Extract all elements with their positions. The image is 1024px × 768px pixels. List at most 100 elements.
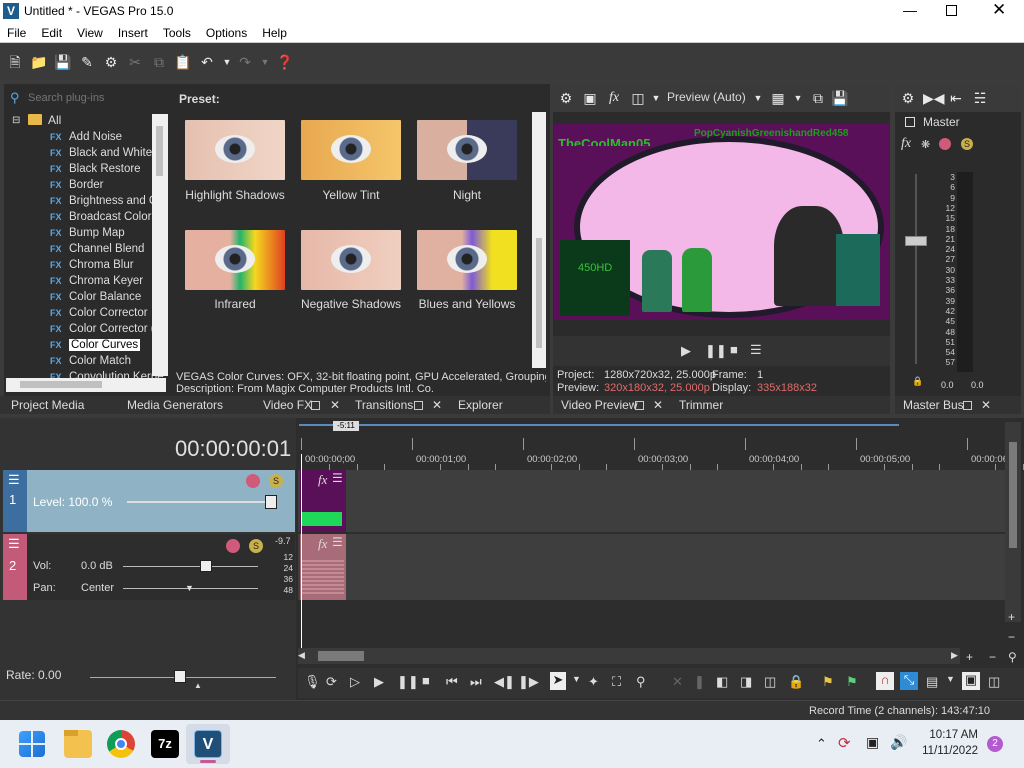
mute-icon[interactable] — [939, 138, 951, 150]
gear-icon[interactable]: ❋ — [921, 138, 930, 151]
chevron-up-icon[interactable]: ⌃ — [816, 736, 827, 752]
vol-slider-handle[interactable] — [200, 560, 212, 572]
level-slider-handle[interactable] — [265, 495, 277, 509]
video-track-header[interactable]: ☰ 1 S Level: 100.0 % — [3, 470, 295, 532]
sync-error-icon[interactable]: ⟳ — [838, 734, 851, 752]
menu-icon[interactable]: ☰ — [8, 536, 20, 552]
mute-icon[interactable] — [246, 474, 260, 488]
audio-track-lane[interactable]: fx ☰ — [298, 534, 1006, 600]
plugin-scrollbar[interactable] — [152, 114, 168, 376]
video-track-lane[interactable]: fx ☰ — [298, 470, 1006, 532]
tab-transitions[interactable]: Transitions — [355, 398, 413, 412]
7zip-icon[interactable]: 7z — [151, 730, 179, 758]
pause-icon[interactable]: ❚❚ — [397, 674, 419, 690]
timeline-vscrollbar[interactable]: + − — [1005, 422, 1021, 644]
plugin-item[interactable]: FX Chroma Keyer — [50, 273, 143, 289]
menu-insert[interactable]: Insert — [111, 24, 156, 40]
menu-icon[interactable]: ☰ — [8, 472, 20, 488]
edit-tool-icon[interactable]: ➤ — [550, 672, 566, 690]
dropdown-icon[interactable]: ▼ — [749, 89, 767, 107]
envelope-tool-icon[interactable]: ✦ — [588, 674, 599, 690]
preset-thumb-yellow-tint[interactable] — [301, 120, 401, 180]
new-file-icon[interactable]: 🗎 — [6, 53, 24, 71]
timeline-hscrollbar[interactable]: ◀ ▶ — [298, 648, 960, 664]
tab-trimmer[interactable]: Trimmer — [679, 398, 723, 412]
plugin-item[interactable]: FX Brightness and Co — [50, 193, 164, 209]
tab-project-media[interactable]: Project Media — [11, 398, 84, 412]
play-icon[interactable]: ▶ — [681, 343, 691, 359]
tab-video-preview[interactable]: Video Preview — [561, 398, 638, 412]
mute-icon[interactable] — [226, 539, 240, 553]
menu-edit[interactable]: Edit — [34, 24, 70, 40]
stop-icon[interactable]: ■ — [422, 673, 430, 688]
plugin-search[interactable]: ⚲ — [8, 90, 166, 106]
trim-start-icon[interactable]: ◧ — [716, 674, 728, 690]
audio-track-header[interactable]: ☰ 2 S -9.7 Vol: 0.0 dB Pan: Center ▼ 12 2… — [3, 534, 295, 600]
undock-icon[interactable] — [635, 398, 644, 412]
loop-region-bar[interactable] — [299, 424, 899, 426]
go-to-start-icon[interactable]: ⏮ — [446, 674, 458, 690]
save-icon[interactable]: 💾 — [54, 53, 72, 71]
volume-icon[interactable]: 🔊 — [890, 734, 907, 751]
split-icon[interactable]: ◫ — [764, 674, 776, 690]
redo-icon[interactable]: ↷ — [236, 53, 254, 71]
auto-ripple-icon[interactable]: ⤡ — [900, 672, 918, 690]
mixer-icon[interactable]: ▶◀ — [923, 89, 945, 107]
eq-faders-icon[interactable]: ☵ — [971, 89, 989, 107]
zoom-out-icon[interactable]: − — [1008, 630, 1015, 644]
close-icon[interactable]: ✕ — [992, 0, 1006, 20]
fx-icon[interactable]: fx — [901, 136, 911, 152]
close-tab-icon[interactable]: ✕ — [981, 398, 991, 412]
plugin-item[interactable]: FX Color Corrector (S — [50, 321, 162, 337]
preset-thumb-night[interactable] — [417, 120, 517, 180]
whats-this-help-icon[interactable]: ❓ — [276, 53, 294, 71]
play-from-start-icon[interactable]: ▷ — [350, 674, 360, 690]
fx-icon[interactable]: fx — [318, 472, 327, 488]
plugin-item[interactable]: FX Chroma Blur — [50, 257, 134, 273]
preview-quality-select[interactable]: Preview (Auto) — [667, 90, 746, 104]
previous-frame-icon[interactable]: ◀❚ — [494, 674, 515, 690]
go-to-end-icon[interactable]: ⏭ — [470, 674, 482, 690]
save-snapshot-icon[interactable]: 💾 — [831, 89, 849, 107]
collapse-icon[interactable]: ⊟ — [12, 115, 20, 126]
solo-icon[interactable]: S — [269, 474, 283, 488]
plugin-item[interactable]: FX Broadcast Colors — [50, 209, 157, 225]
app-icon[interactable]: V — [3, 3, 19, 19]
redo-dropdown-icon[interactable]: ▼ — [256, 53, 274, 71]
plugin-item[interactable]: FX Bump Map — [50, 225, 125, 241]
gear-icon[interactable]: ⚙ — [899, 89, 917, 107]
fx-icon[interactable]: fx — [605, 89, 623, 107]
zoom-tool-icon[interactable]: ⚲ — [636, 674, 646, 690]
paste-icon[interactable]: 📋 — [174, 53, 192, 71]
preset-scrollbar[interactable] — [532, 112, 546, 368]
menu-view[interactable]: View — [70, 24, 111, 40]
zoom-out-icon[interactable]: − — [989, 650, 996, 664]
grid-overlay-icon[interactable]: ▦ — [769, 89, 787, 107]
vegas-taskbar-icon[interactable]: V — [194, 730, 222, 758]
close-tab-icon[interactable]: ✕ — [432, 398, 442, 412]
file-explorer-icon[interactable] — [64, 730, 92, 758]
solo-icon[interactable]: S — [249, 539, 263, 553]
selection-tool-icon[interactable]: ⛶ — [612, 674, 621, 690]
menu-help[interactable]: Help — [255, 24, 295, 40]
scroll-left-icon[interactable]: ◀ — [298, 650, 305, 661]
undo-icon[interactable]: ↶ — [198, 53, 216, 71]
delete-icon[interactable]: ✕ — [672, 674, 683, 690]
dropdown-icon[interactable]: ▼ — [572, 674, 581, 684]
playhead[interactable] — [301, 454, 302, 654]
chrome-icon[interactable] — [107, 730, 135, 758]
master-checkbox[interactable] — [905, 117, 915, 127]
preset-thumb-highlight-shadows[interactable] — [185, 120, 285, 180]
video-event[interactable]: fx ☰ — [300, 470, 346, 532]
preset-thumb-infrared[interactable] — [185, 230, 285, 290]
zoom-magnifier-icon[interactable]: ⚲ — [1008, 650, 1017, 664]
clock-date[interactable]: 11/11/2022 — [916, 745, 978, 757]
play-icon[interactable]: ▶ — [374, 674, 384, 690]
ripple-mode-icon[interactable]: ▤ — [926, 674, 938, 690]
plugin-item[interactable]: FX Black and White — [50, 145, 152, 161]
zoom-in-icon[interactable]: + — [966, 650, 973, 664]
audio-event[interactable]: fx ☰ — [300, 534, 346, 600]
dropdown-icon[interactable]: ▼ — [647, 89, 665, 107]
undo-dropdown-icon[interactable]: ▼ — [218, 53, 236, 71]
external-monitor-icon[interactable]: ▣ — [581, 89, 599, 107]
